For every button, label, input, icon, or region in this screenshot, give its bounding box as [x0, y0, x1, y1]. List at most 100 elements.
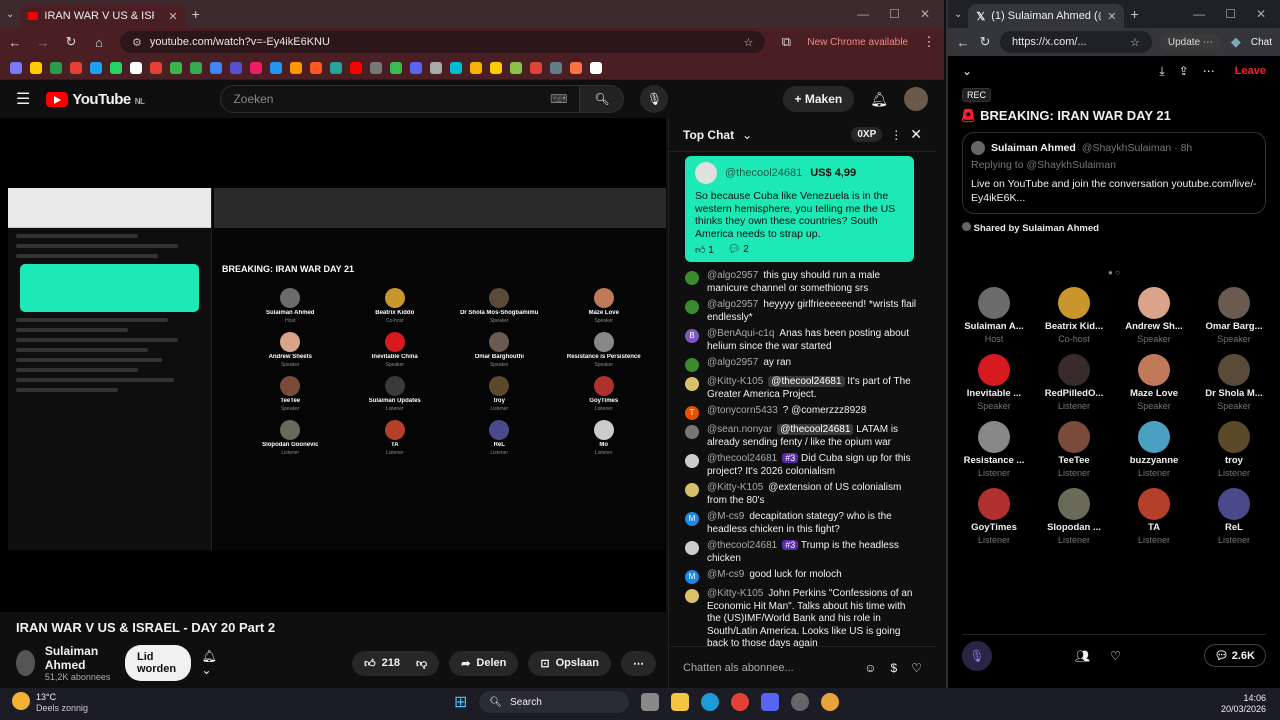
bookmark-icon[interactable]: [110, 61, 122, 74]
chat-message[interactable]: @thecool24681 #3 Did Cuba sign up for thi…: [685, 453, 920, 478]
bookmark-icon[interactable]: [290, 61, 302, 74]
chat-mode-dropdown[interactable]: Top Chat: [683, 128, 734, 142]
edge-icon[interactable]: [701, 693, 720, 711]
participant[interactable]: Maze Love Speaker: [1114, 354, 1194, 411]
like-button[interactable]: 👍︎ 218 👎︎: [352, 650, 440, 676]
close-window-icon[interactable]: ✕: [920, 7, 930, 21]
participant[interactable]: Andrew Sh... Speaker: [1114, 287, 1194, 344]
participant[interactable]: GoyTimes Listener: [552, 376, 657, 412]
save-button[interactable]: ⊡ Opslaan: [528, 650, 611, 676]
people-icon[interactable]: 👥︎: [1075, 649, 1090, 663]
tab-list-icon[interactable]: ⌄: [6, 9, 14, 20]
participant[interactable]: GoyTimes Listener: [954, 488, 1034, 545]
maximize-icon[interactable]: ☐: [889, 7, 900, 21]
url-field[interactable]: ⚙ youtube.com/watch?v=-Ey4ikE6KNU ☆: [120, 31, 766, 53]
chat-username[interactable]: @algo2957: [707, 270, 758, 281]
participant[interactable]: Andrew Sheets Speaker: [238, 332, 343, 368]
participant[interactable]: Dr Shola M... Speaker: [1194, 354, 1274, 411]
share-button[interactable]: ➦ Delen: [449, 650, 519, 676]
bookmark-icon[interactable]: [350, 61, 362, 74]
chat-message[interactable]: @Kitty-K105 John Perkins "Confessions of …: [685, 588, 920, 651]
tab-x[interactable]: 𝕏 (1) Sulaiman Ahmed (@ShaykhSul ✕: [968, 4, 1125, 28]
chat-username[interactable]: @M-cs9: [707, 569, 744, 580]
bookmark-icon[interactable]: [510, 61, 522, 74]
participant[interactable]: Mo Listener: [552, 420, 657, 456]
bookmark-icon[interactable]: [390, 61, 402, 74]
channel-name[interactable]: Sulaiman Ahmed: [45, 644, 115, 672]
voice-search-button[interactable]: 🎙︎: [640, 85, 669, 113]
settings-icon[interactable]: [791, 693, 810, 711]
participant[interactable]: ReL Listener: [447, 420, 552, 456]
close-tab-icon[interactable]: ✕: [168, 10, 177, 23]
app-icon[interactable]: [821, 693, 840, 711]
chat-message[interactable]: @Kitty-K105 @extension of US colonialism …: [685, 482, 920, 507]
minimize-icon[interactable]: —: [1193, 7, 1205, 21]
participant[interactable]: Resistance ... Listener: [954, 421, 1034, 478]
chat-username[interactable]: @thecool24681: [707, 540, 777, 551]
listener-count-button[interactable]: 💬︎ 2.6K: [1203, 644, 1266, 667]
channel-avatar[interactable]: [16, 650, 35, 676]
quoted-post[interactable]: Sulaiman Ahmed @ShaykhSulaiman · 8h Repl…: [962, 132, 1266, 215]
bookmark-icon[interactable]: [170, 61, 182, 74]
bookmark-icon[interactable]: [550, 61, 562, 74]
chat-username[interactable]: @BenAqui-c1q: [707, 328, 774, 339]
search-button[interactable]: 🔍︎: [580, 85, 625, 113]
chat-mention[interactable]: @thecool24681: [768, 376, 845, 388]
create-button[interactable]: + Maken: [782, 86, 855, 112]
task-view-icon[interactable]: [641, 693, 660, 711]
participant[interactable]: Omar Barghouthi Speaker: [447, 332, 552, 368]
tab-youtube[interactable]: IRAN WAR V US & ISRAEL ✕: [20, 4, 186, 28]
tab-list-icon[interactable]: ⌄: [954, 9, 962, 20]
superchat-like-button[interactable]: 👍︎ 1: [695, 244, 714, 256]
weather-widget[interactable]: 13°C Deels zonnig: [12, 692, 88, 714]
chat-message[interactable]: @algo2957 heyyyy girlfrieeeeeend! *wrists…: [685, 299, 920, 324]
leave-button[interactable]: Leave: [1235, 65, 1266, 77]
notification-bell-icon[interactable]: 🔔︎ ⌄: [201, 649, 222, 677]
reload-icon[interactable]: ↻: [64, 34, 78, 50]
chat-username[interactable]: @algo2957: [707, 299, 758, 310]
forward-icon[interactable]: →: [36, 35, 50, 50]
bookmark-icon[interactable]: [370, 61, 382, 74]
chat-username[interactable]: @algo2957: [707, 357, 758, 368]
youtube-logo[interactable]: YouTube NL: [46, 91, 145, 108]
bookmark-icon[interactable]: [10, 61, 22, 74]
chat-message[interactable]: M @M-cs9 good luck for moloch: [685, 569, 920, 585]
close-tab-icon[interactable]: ✕: [1107, 10, 1116, 23]
chat-username[interactable]: @tonycorn5433: [707, 405, 778, 416]
thumbs-down-icon[interactable]: 👎︎: [416, 657, 427, 670]
share-icon[interactable]: ⇪: [1179, 64, 1189, 78]
participant[interactable]: Omar Barg... Speaker: [1194, 287, 1274, 344]
chat-username[interactable]: @Kitty-K105: [707, 376, 763, 387]
chat-message[interactable]: T @tonycorn5433 ? @comerzzz8928: [685, 405, 920, 421]
superchat-message[interactable]: @thecool24681 US$ 4,99 So because Cuba l…: [685, 156, 914, 263]
close-window-icon[interactable]: ✕: [1256, 7, 1266, 21]
bookmark-icon[interactable]: [50, 61, 62, 74]
account-avatar[interactable]: [904, 87, 928, 111]
chat-username[interactable]: @Kitty-K105: [707, 588, 763, 599]
back-icon[interactable]: ←: [8, 35, 22, 50]
menu-icon[interactable]: ⋮: [922, 34, 936, 50]
hamburger-menu-icon[interactable]: ☰: [16, 89, 30, 109]
bookmark-icon[interactable]: [450, 61, 462, 74]
more-options-icon[interactable]: ⋯: [1203, 64, 1215, 78]
participant[interactable]: TA Listener: [343, 420, 448, 456]
superchat-reply-button[interactable]: 💬︎ 2: [728, 244, 749, 256]
participant[interactable]: TeeTee Speaker: [238, 376, 343, 412]
collapse-chevron-icon[interactable]: ⌄: [962, 64, 972, 78]
bookmark-icon[interactable]: [150, 61, 162, 74]
chat-username[interactable]: @thecool24681: [707, 453, 777, 464]
windows-start-icon[interactable]: ⊞: [454, 692, 467, 712]
participant[interactable]: TeeTee Listener: [1034, 421, 1114, 478]
bookmark-icon[interactable]: [430, 61, 442, 74]
participant[interactable]: ReL Listener: [1194, 488, 1274, 545]
site-info-icon[interactable]: ⚙: [132, 36, 142, 49]
copilot-icon[interactable]: ◆: [1229, 34, 1243, 50]
bookmark-icon[interactable]: [330, 61, 342, 74]
participant[interactable]: Inevitable China Speaker: [343, 332, 448, 368]
chat-label[interactable]: Chat: [1251, 37, 1272, 48]
bookmark-icon[interactable]: [310, 61, 322, 74]
more-actions-button[interactable]: ⋯: [621, 650, 656, 676]
chat-input[interactable]: Chatten als abonnee...: [683, 662, 850, 674]
bookmark-icon[interactable]: [70, 61, 82, 74]
home-icon[interactable]: ⌂: [92, 35, 106, 50]
